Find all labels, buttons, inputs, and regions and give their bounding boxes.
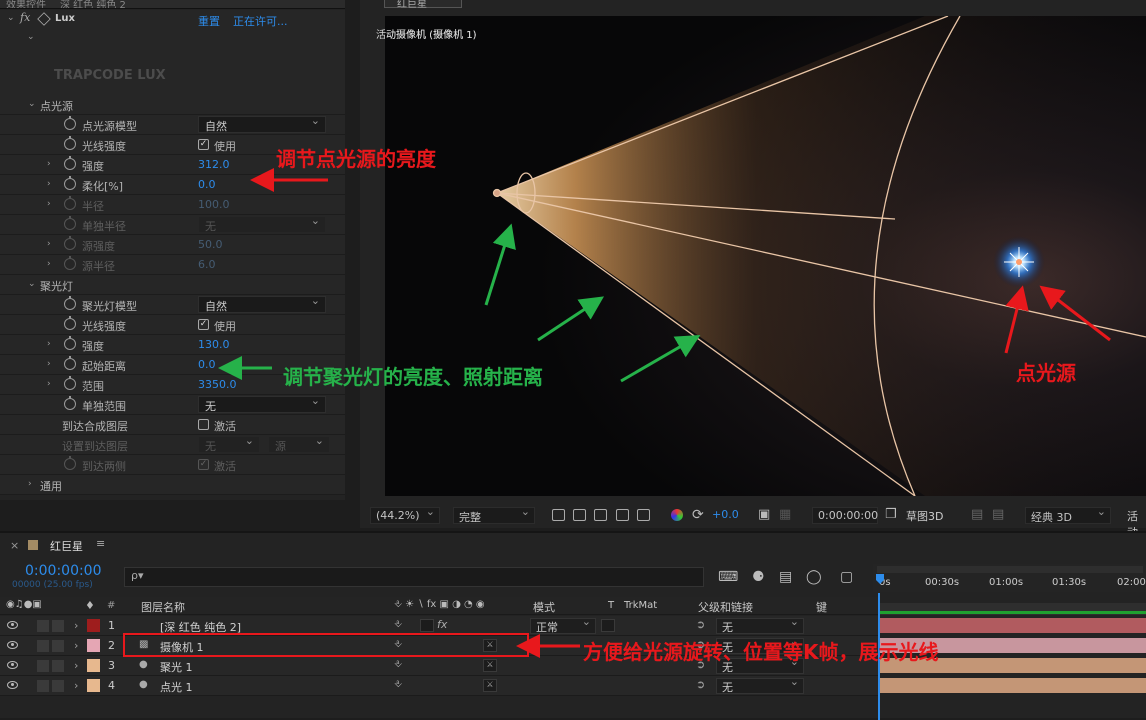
- annotation-point-source: 点光源: [1016, 357, 1076, 386]
- annotation-arrows: [0, 0, 1146, 718]
- annotation-spot-intensity: 调节聚光灯的亮度、照射距离: [283, 361, 543, 390]
- camera-layer-highlight: [124, 634, 528, 656]
- annotation-camera-note: 方便给光源旋转、位置等K帧，展示光线: [583, 636, 939, 665]
- annotation-point-intensity: 调节点光源的亮度: [276, 143, 436, 172]
